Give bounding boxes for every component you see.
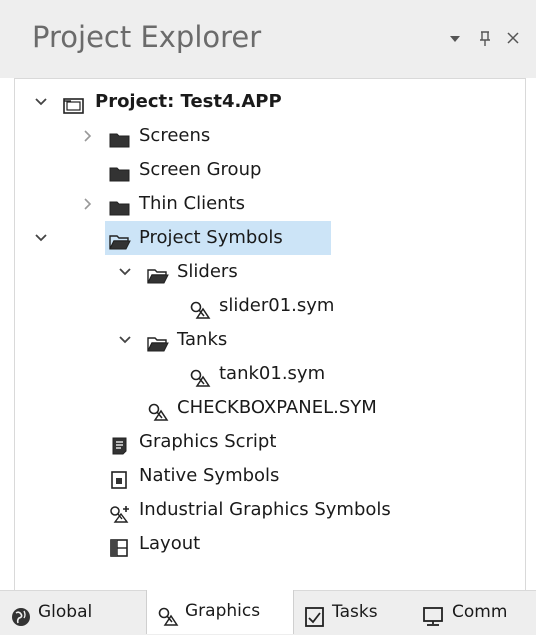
tree-item-native-symbols[interactable]: Native Symbols xyxy=(15,459,515,493)
folder-icon xyxy=(109,195,131,216)
panel-titlebar: Project Explorer xyxy=(0,0,536,78)
tree-item-thin-clients[interactable]: Thin Clients xyxy=(15,187,515,221)
tab-comm[interactable]: Comm xyxy=(420,591,532,633)
explorer-tab-strip: Global Graphics Tasks Comm xyxy=(0,590,536,635)
tree-item-label: Thin Clients xyxy=(139,193,246,214)
tree-item-tanks[interactable]: Tanks xyxy=(15,323,515,357)
folder-icon xyxy=(109,161,131,182)
tree-item-checkboxpanel[interactable]: CHECKBOXPANEL.SYM xyxy=(15,391,515,425)
tree-item-tank01[interactable]: tank01.sym xyxy=(15,357,515,391)
industrial-symbol-icon xyxy=(109,501,131,523)
chevron-down-icon[interactable] xyxy=(117,255,133,289)
monitor-icon xyxy=(422,602,444,626)
symbol-icon xyxy=(157,601,179,626)
close-icon[interactable] xyxy=(502,26,524,57)
tree-item-project[interactable]: Project: Test4.APP xyxy=(15,85,515,119)
tree-item-label: tank01.sym xyxy=(219,363,326,384)
tasks-icon xyxy=(304,602,326,627)
script-icon xyxy=(109,433,131,455)
folder-open-icon xyxy=(147,331,169,352)
tree-item-label: Project Symbols xyxy=(139,227,283,248)
tree-item-slider01[interactable]: slider01.sym xyxy=(15,289,515,323)
tree-item-label: Screens xyxy=(139,125,211,146)
panel-title: Project Explorer xyxy=(32,20,262,54)
project-explorer-panel: Project Explorer Project: Test4.APP Scre… xyxy=(0,0,536,635)
tab-tasks[interactable]: Tasks xyxy=(302,591,406,633)
tree-item-label: Project: Test4.APP xyxy=(95,91,282,112)
tree-item-layout[interactable]: Layout xyxy=(15,527,515,561)
project-folder-icon xyxy=(63,93,85,114)
project-tree: Project: Test4.APP Screens Screen Group xyxy=(14,78,526,591)
tab-label: Tasks xyxy=(332,602,378,622)
globe-icon xyxy=(10,602,32,626)
folder-open-icon xyxy=(109,229,131,250)
chevron-right-icon[interactable] xyxy=(79,119,95,153)
tree-item-industrial-symbols[interactable]: Industrial Graphics Symbols xyxy=(15,493,515,527)
tree-item-project-symbols[interactable]: Project Symbols xyxy=(15,221,515,255)
tree-item-screen-group[interactable]: Screen Group xyxy=(15,153,515,187)
dropdown-icon[interactable] xyxy=(444,26,466,57)
tree-item-label: Screen Group xyxy=(139,159,262,180)
tab-global[interactable]: Global xyxy=(4,591,138,633)
chevron-down-icon[interactable] xyxy=(117,323,133,357)
symbol-icon xyxy=(189,297,211,319)
tree-item-label: Layout xyxy=(139,533,201,554)
tree-item-screens[interactable]: Screens xyxy=(15,119,515,153)
tree-item-label: CHECKBOXPANEL.SYM xyxy=(177,397,377,418)
tree-item-label: Tanks xyxy=(177,329,228,350)
tree-item-label: Native Symbols xyxy=(139,465,280,486)
tree-item-label: slider01.sym xyxy=(219,295,335,316)
symbol-icon xyxy=(147,399,169,421)
pin-icon[interactable] xyxy=(474,26,496,57)
native-symbol-icon xyxy=(109,467,131,489)
chevron-right-icon[interactable] xyxy=(79,187,95,221)
tab-label: Graphics xyxy=(185,601,261,621)
tab-graphics[interactable]: Graphics xyxy=(146,590,294,634)
layout-icon xyxy=(109,535,131,557)
tree-item-graphics-script[interactable]: Graphics Script xyxy=(15,425,515,459)
tree-item-sliders[interactable]: Sliders xyxy=(15,255,515,289)
folder-icon xyxy=(109,127,131,148)
tab-label: Global xyxy=(38,602,93,622)
chevron-down-icon[interactable] xyxy=(33,221,49,255)
chevron-down-icon[interactable] xyxy=(33,85,49,119)
tree-item-label: Graphics Script xyxy=(139,431,277,452)
symbol-icon xyxy=(189,365,211,387)
folder-open-icon xyxy=(147,263,169,284)
tree-item-label: Sliders xyxy=(177,261,238,282)
tree-item-label: Industrial Graphics Symbols xyxy=(139,499,391,520)
tab-label: Comm xyxy=(452,602,508,622)
